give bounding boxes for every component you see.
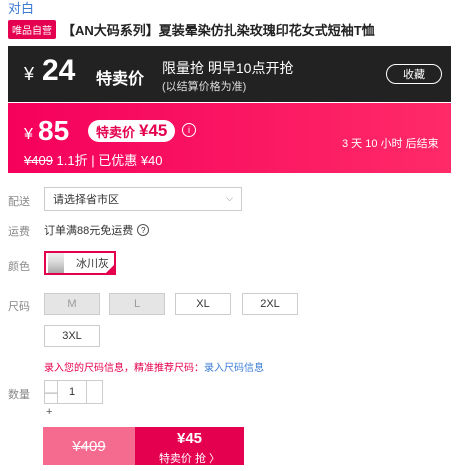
original-price: ¥409 bbox=[24, 153, 53, 168]
self-operated-tag: 唯品自营 bbox=[8, 19, 56, 39]
flash-line1: 限量抢 明早10点开抢 bbox=[162, 60, 294, 76]
sale-price-pill: 特卖价 ¥45 bbox=[88, 120, 176, 142]
size-option-3xl[interactable]: 3XL bbox=[44, 325, 100, 347]
size-option-l[interactable]: L bbox=[109, 293, 165, 315]
brand-name[interactable]: 对白 bbox=[8, 0, 34, 17]
region-select-value: 请选择省市区 bbox=[53, 194, 119, 206]
size-label: 尺码 bbox=[8, 301, 30, 313]
flash-currency: ¥ bbox=[24, 64, 35, 84]
help-circle-icon[interactable]: ? bbox=[137, 224, 150, 236]
discount-text: 1.1折 | 已优惠 ¥40 bbox=[56, 153, 163, 168]
sale-price-amount: ¥45 bbox=[139, 121, 168, 140]
price-panel: ¥ 85 特卖价 ¥45 i ¥409 1.1折 | 已优惠 ¥40 3 天 1… bbox=[8, 103, 451, 173]
flash-sale-bar: ¥ 24 特卖价 限量抢 明早10点开抢 (以结算价格为准) 收藏 bbox=[8, 46, 451, 102]
quantity-label: 数量 bbox=[8, 389, 30, 401]
price-sub: ¥409 1.1折 | 已优惠 ¥40 bbox=[24, 150, 163, 169]
color-option-selected[interactable]: 冰川灰 bbox=[44, 251, 116, 275]
size-hint-text: 录入您的尺码信息，精准推荐尺码： bbox=[44, 363, 204, 374]
sale-price-label: 特卖价 bbox=[96, 124, 136, 140]
product-title: 【AN大码系列】夏装晕染仿扎染玫瑰印花女式短袖T恤 bbox=[62, 22, 375, 38]
buy-now-button[interactable]: ¥45 特卖价 抢 〉 bbox=[135, 427, 244, 465]
color-label: 颜色 bbox=[8, 261, 30, 273]
size-option-xl[interactable]: XL bbox=[175, 293, 231, 315]
chevron-down-icon: ⌵ bbox=[226, 193, 233, 203]
flash-price: 24 bbox=[42, 54, 76, 87]
color-swatch-thumbnail bbox=[48, 253, 64, 273]
flash-line2: (以结算价格为准) bbox=[162, 81, 247, 93]
quantity-input[interactable]: 1 bbox=[58, 380, 86, 404]
flash-label: 特卖价 bbox=[96, 71, 145, 88]
size-option-2xl[interactable]: 2XL bbox=[242, 293, 298, 315]
buy-sale-price: ¥45 bbox=[176, 430, 203, 447]
shipping-label: 配送 bbox=[8, 196, 30, 208]
countdown: 3 天 10 小时 后结束 bbox=[342, 138, 439, 150]
size-option-m[interactable]: M bbox=[44, 293, 100, 315]
price-currency: ¥ bbox=[24, 126, 33, 143]
quantity-stepper-edge bbox=[86, 380, 103, 404]
size-hint-link[interactable]: 录入尺码信息 bbox=[204, 363, 264, 374]
original-price-button[interactable]: ¥409 bbox=[43, 427, 135, 465]
current-price: 85 bbox=[38, 115, 70, 146]
quantity-decrease-button[interactable]: — bbox=[44, 380, 58, 404]
freight-text: 订单满88元免运费 bbox=[44, 225, 134, 237]
buy-cta-label: 特卖价 抢 〉 bbox=[158, 453, 221, 465]
info-icon[interactable]: i bbox=[182, 123, 196, 137]
region-select[interactable]: 请选择省市区 ⌵ bbox=[44, 187, 242, 211]
favorite-button[interactable]: 收藏 bbox=[386, 64, 442, 84]
check-corner-icon bbox=[104, 263, 116, 275]
quantity-increase-button[interactable]: + bbox=[46, 406, 52, 418]
freight-info: 订单满88元免运费 ? bbox=[44, 222, 150, 238]
size-hint: 录入您的尺码信息，精准推荐尺码：录入尺码信息 bbox=[44, 359, 264, 374]
product-title-row: 唯品自营 【AN大码系列】夏装晕染仿扎染玫瑰印花女式短袖T恤 bbox=[8, 19, 463, 39]
freight-label: 运费 bbox=[8, 226, 30, 238]
